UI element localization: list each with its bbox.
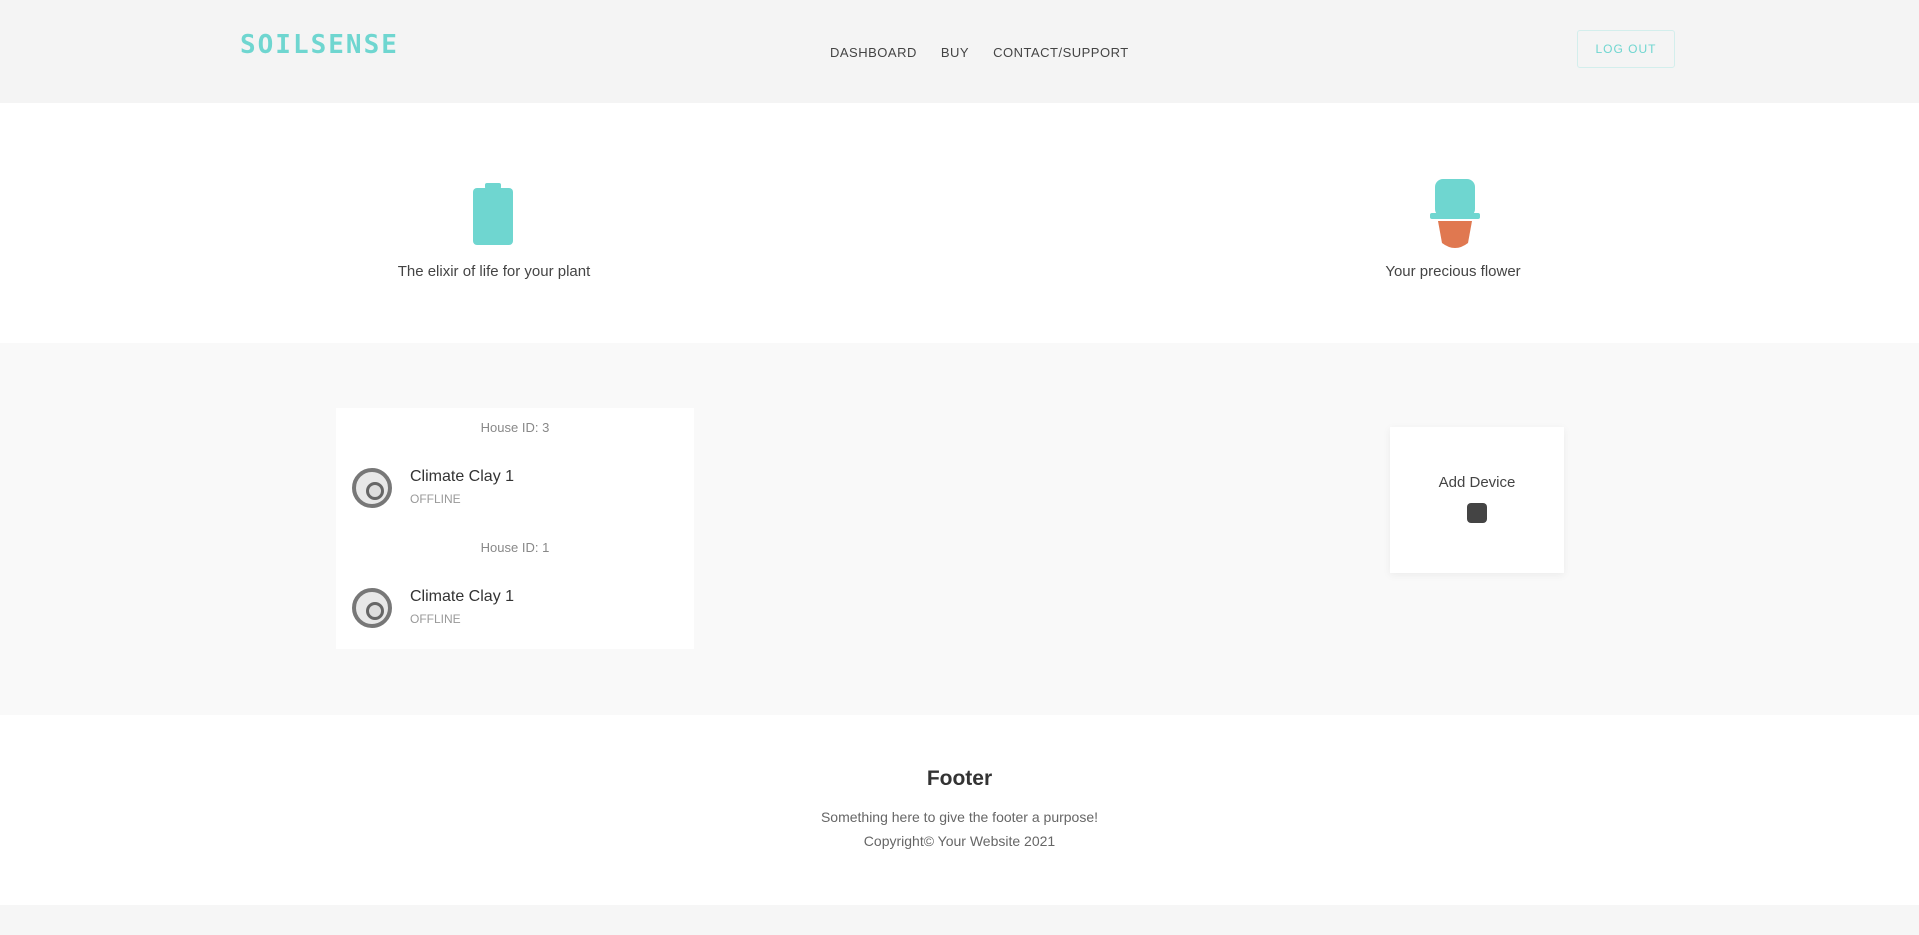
footer: Footer Something here to give the footer… (0, 715, 1919, 905)
device-info: Climate Clay 1 OFFLINE (410, 468, 514, 506)
device-name: Climate Clay 1 (410, 468, 515, 485)
logo[interactable]: SOILSENSE (240, 30, 399, 60)
footer-title: Footer (926, 767, 993, 790)
device-name: Climate Clay 1 (410, 588, 515, 605)
add-device-button[interactable]: Add Device (1390, 427, 1564, 573)
feature-text-elixir: The elixir of life for your plant (397, 263, 591, 280)
devices-section: House ID: 3 Climate Clay 1 OFFLINE House… (0, 343, 1919, 715)
feature-text-flower: Your precious flower (1385, 263, 1521, 280)
bottom-strip (0, 905, 1919, 935)
device-icon (352, 468, 392, 508)
device-row[interactable]: Climate Clay 1 OFFLINE (352, 588, 514, 638)
footer-copyright: Copyright© Your Website 2021 (863, 833, 1056, 849)
potted-plant-icon (1430, 179, 1480, 248)
device-status: OFFLINE (410, 612, 461, 626)
header: SOILSENSE DASHBOARD BUY CONTACT/SUPPORT … (0, 0, 1919, 103)
house-title: House ID: 1 (480, 540, 550, 555)
device-list-card: House ID: 3 Climate Clay 1 OFFLINE House… (336, 408, 694, 649)
logout-button[interactable]: LOG OUT (1577, 30, 1675, 68)
nav-buy[interactable]: BUY (941, 45, 969, 60)
device-status: OFFLINE (410, 492, 461, 506)
footer-tagline: Something here to give the footer a purp… (820, 809, 1099, 825)
hero-section: The elixir of life for your plant Your p… (0, 103, 1919, 343)
nav-dashboard[interactable]: DASHBOARD (830, 45, 917, 60)
device-icon (352, 588, 392, 628)
device-row[interactable]: Climate Clay 1 OFFLINE (352, 468, 514, 518)
house-title: House ID: 3 (480, 420, 550, 435)
main-nav: DASHBOARD BUY CONTACT/SUPPORT (830, 45, 1129, 60)
device-info: Climate Clay 1 OFFLINE (410, 588, 514, 626)
add-device-label: Add Device (1438, 474, 1516, 491)
battery-icon (473, 183, 513, 245)
nav-contact-support[interactable]: CONTACT/SUPPORT (993, 45, 1129, 60)
plus-icon (1467, 503, 1487, 523)
